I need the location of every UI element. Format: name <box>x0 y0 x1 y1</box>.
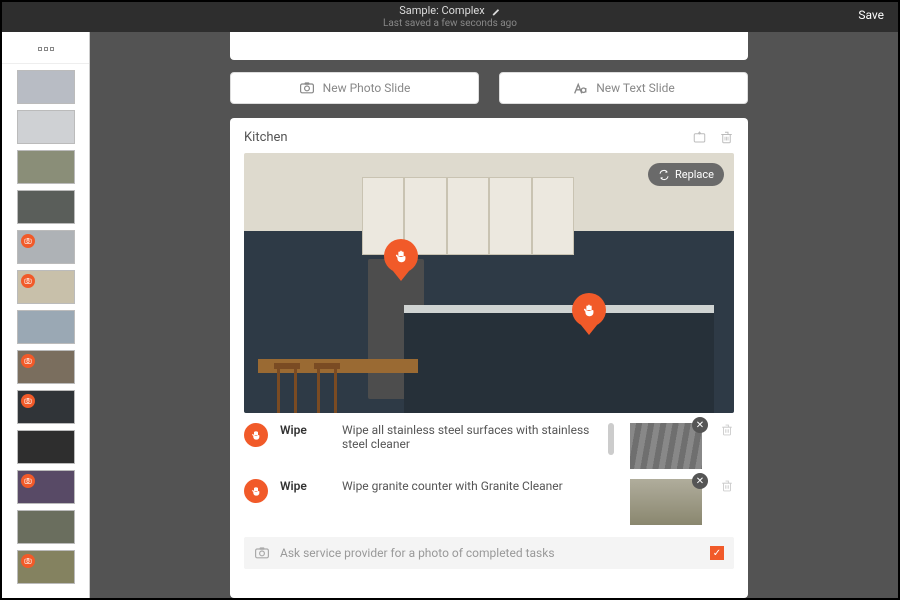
remove-photo-button[interactable]: ✕ <box>692 473 708 489</box>
task-type-icon <box>244 479 268 503</box>
replace-photo-button[interactable]: Replace <box>648 163 724 186</box>
task-name: Wipe <box>280 479 330 493</box>
task-description: Wipe granite counter with Granite Cleane… <box>342 479 618 493</box>
previous-slide-peek <box>230 32 748 60</box>
replace-icon <box>658 169 670 181</box>
ask-photo-text: Ask service provider for a photo of comp… <box>280 546 700 560</box>
slide-card: Kitchen Replace <box>230 118 748 598</box>
camera-badge-icon <box>21 474 35 488</box>
task-pin[interactable] <box>572 293 606 337</box>
app-header: Sample: Complex Last saved a few seconds… <box>2 2 898 32</box>
thumbnail[interactable] <box>17 310 75 344</box>
delete-slide-icon[interactable] <box>719 130 734 145</box>
thumbnail[interactable] <box>17 110 75 144</box>
slide-title[interactable]: Kitchen <box>244 130 288 145</box>
text-icon <box>572 80 588 96</box>
thumbnail[interactable] <box>17 390 75 424</box>
thumbnail[interactable] <box>17 230 75 264</box>
thumbnail[interactable] <box>17 270 75 304</box>
camera-badge-icon <box>21 234 35 248</box>
thumbnail[interactable] <box>17 350 75 384</box>
thumbnail[interactable] <box>17 190 75 224</box>
document-title: Sample: Complex <box>399 4 484 17</box>
task-photo[interactable]: ✕ <box>630 423 702 469</box>
save-button[interactable]: Save <box>858 8 884 22</box>
thumbnail[interactable] <box>17 430 75 464</box>
new-text-slide-label: New Text Slide <box>596 81 675 95</box>
task-pin[interactable] <box>384 239 418 283</box>
hand-icon <box>393 248 409 264</box>
thumbnail[interactable] <box>17 470 75 504</box>
camera-icon <box>254 545 270 561</box>
task-name: Wipe <box>280 423 330 437</box>
camera-icon <box>299 80 315 96</box>
new-text-slide-button[interactable]: New Text Slide <box>499 72 748 104</box>
scroll-indicator[interactable] <box>608 423 614 455</box>
camera-badge-icon <box>21 354 35 368</box>
camera-badge-icon <box>21 554 35 568</box>
thumbnail[interactable] <box>17 150 75 184</box>
new-photo-slide-button[interactable]: New Photo Slide <box>230 72 479 104</box>
grid-view-button[interactable] <box>2 40 89 64</box>
new-photo-slide-label: New Photo Slide <box>323 81 411 95</box>
slide-photo[interactable]: Replace <box>244 153 734 413</box>
add-slide-icon[interactable] <box>692 130 707 145</box>
task-row: Wipe Wipe granite counter with Granite Cl… <box>244 479 734 525</box>
thumbnail[interactable] <box>17 550 75 584</box>
thumbnail[interactable] <box>17 70 75 104</box>
task-description: Wipe all stainless steel surfaces with s… <box>342 423 596 451</box>
camera-badge-icon <box>21 274 35 288</box>
task-photo[interactable]: ✕ <box>630 479 702 525</box>
edit-title-icon[interactable] <box>491 6 501 16</box>
save-status: Last saved a few seconds ago <box>383 18 517 30</box>
thumbnail-sidebar <box>2 32 90 598</box>
canvas-area: New Photo Slide New Text Slide Kitchen <box>90 32 898 598</box>
task-row: Wipe Wipe all stainless steel surfaces wi… <box>244 423 734 469</box>
camera-badge-icon <box>21 394 35 408</box>
replace-label: Replace <box>675 168 714 181</box>
delete-task-icon[interactable] <box>720 423 734 437</box>
hand-icon <box>581 302 597 318</box>
thumbnail[interactable] <box>17 510 75 544</box>
delete-task-icon[interactable] <box>720 479 734 493</box>
ask-photo-row: Ask service provider for a photo of comp… <box>244 537 734 569</box>
ask-photo-checkbox[interactable]: ✓ <box>710 546 724 560</box>
task-type-icon <box>244 423 268 447</box>
remove-photo-button[interactable]: ✕ <box>692 417 708 433</box>
